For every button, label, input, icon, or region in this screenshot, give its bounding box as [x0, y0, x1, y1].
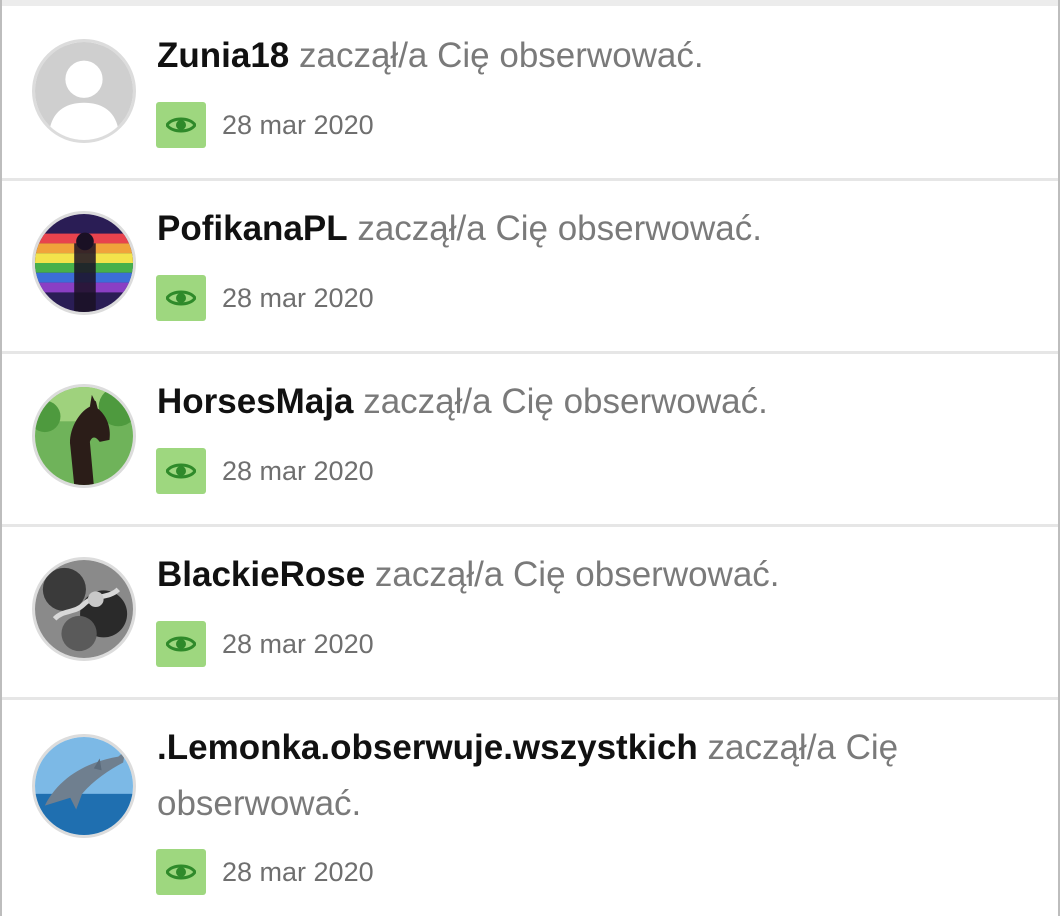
eye-icon — [166, 636, 196, 652]
bw-photo-avatar-icon — [35, 560, 133, 658]
notification-text: .Lemonka.obserwuje.wszystkich zaczął/a C… — [157, 720, 1018, 832]
dolphin-photo-avatar-icon — [35, 737, 133, 835]
username-link[interactable]: PofikanaPL — [157, 209, 348, 248]
notification-text: BlackieRose zaczął/a Cię obserwować. — [157, 547, 1018, 603]
eye-icon — [166, 864, 196, 880]
notification-message: zaczął/a Cię obserwować. — [374, 555, 780, 594]
notification-item[interactable]: .Lemonka.obserwuje.wszystkich zaczął/a C… — [2, 700, 1058, 916]
eye-icon — [166, 290, 196, 306]
avatar[interactable] — [32, 384, 136, 488]
eye-badge[interactable] — [156, 275, 206, 321]
notification-item[interactable]: Zunia18 zaczął/a Cię obserwować. 28 mar … — [2, 6, 1058, 181]
default-user-avatar-icon — [35, 42, 133, 140]
notification-date: 28 mar 2020 — [222, 282, 374, 313]
avatar[interactable] — [32, 734, 136, 838]
notification-item[interactable]: BlackieRose zaczął/a Cię obserwować. 28 … — [2, 527, 1058, 700]
notification-message: zaczął/a Cię obserwować. — [363, 382, 768, 421]
notification-meta: 28 mar 2020 — [156, 275, 374, 321]
notification-message: zaczął/a Cię obserwować. — [357, 209, 762, 248]
eye-badge[interactable] — [156, 621, 206, 667]
eye-icon — [166, 117, 196, 133]
username-link[interactable]: .Lemonka.obserwuje.wszystkich — [157, 728, 698, 767]
avatar[interactable] — [32, 39, 136, 143]
username-link[interactable]: BlackieRose — [157, 555, 365, 594]
notification-meta: 28 mar 2020 — [156, 849, 374, 895]
notification-date: 28 mar 2020 — [222, 455, 374, 486]
notifications-list: Zunia18 zaczął/a Cię obserwować. 28 mar … — [0, 0, 1060, 916]
avatar[interactable] — [32, 211, 136, 315]
username-link[interactable]: Zunia18 — [157, 36, 289, 75]
notification-meta: 28 mar 2020 — [156, 448, 374, 494]
horse-photo-avatar-icon — [35, 387, 133, 485]
notification-meta: 28 mar 2020 — [156, 621, 374, 667]
notification-date: 28 mar 2020 — [222, 856, 374, 887]
notification-text: HorsesMaja zaczął/a Cię obserwować. — [157, 374, 1018, 430]
notification-date: 28 mar 2020 — [222, 109, 374, 140]
notification-item[interactable]: HorsesMaja zaczął/a Cię obserwować. 28 m… — [2, 354, 1058, 527]
eye-badge[interactable] — [156, 102, 206, 148]
rainbow-photo-avatar-icon — [35, 214, 133, 312]
notification-text: PofikanaPL zaczął/a Cię obserwować. — [157, 201, 1018, 257]
notification-item[interactable]: PofikanaPL zaczął/a Cię obserwować. 28 m… — [2, 181, 1058, 354]
notification-message: zaczął/a Cię obserwować. — [299, 36, 704, 75]
notification-text: Zunia18 zaczął/a Cię obserwować. — [157, 28, 1018, 84]
eye-icon — [166, 463, 196, 479]
eye-badge[interactable] — [156, 448, 206, 494]
notification-date: 28 mar 2020 — [222, 628, 374, 659]
username-link[interactable]: HorsesMaja — [157, 382, 353, 421]
notification-meta: 28 mar 2020 — [156, 102, 374, 148]
avatar[interactable] — [32, 557, 136, 661]
eye-badge[interactable] — [156, 849, 206, 895]
